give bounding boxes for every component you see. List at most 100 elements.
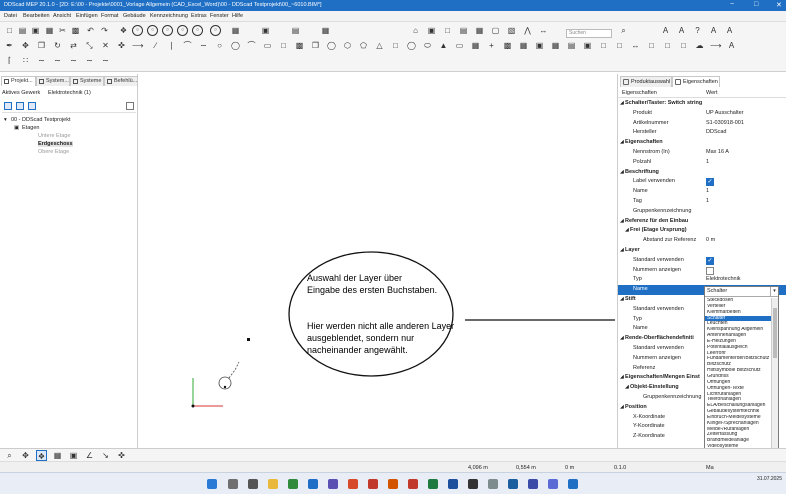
tree-level-ground[interactable]: Erdgeschoss <box>38 141 73 147</box>
checkbox[interactable]: ✓ <box>706 178 714 187</box>
menu-extras[interactable]: Extras <box>191 13 207 19</box>
close-button[interactable]: ✕ <box>776 1 782 9</box>
layer-icon[interactable]: ▣ <box>260 25 271 36</box>
taskbar-word-icon[interactable] <box>448 479 458 489</box>
circle-icon[interactable]: ○ <box>214 40 225 51</box>
snap-icon-1[interactable]: ○ <box>132 25 143 36</box>
tree-filter-icon[interactable] <box>16 102 24 110</box>
hexagon-icon[interactable]: ⬡ <box>342 40 353 51</box>
property-row[interactable]: Gruppenkennzeichnung <box>618 207 786 217</box>
taskbar-app9-icon[interactable] <box>548 479 558 489</box>
taskbar-app10-icon[interactable] <box>568 479 578 489</box>
hatch-icon[interactable]: ▩ <box>502 40 513 51</box>
dropdown-scroll-thumb[interactable] <box>773 308 777 358</box>
mirror-icon[interactable]: ⇄ <box>68 40 79 51</box>
property-row[interactable]: ◢ Layer <box>618 246 786 256</box>
ellipse-icon[interactable]: ◯ <box>230 40 241 51</box>
tree-level-upper[interactable]: Obere Etage <box>38 149 69 155</box>
wall-icon[interactable]: ▤ <box>458 25 469 36</box>
tab-system[interactable]: System... <box>36 76 70 86</box>
menu-ansicht[interactable]: Ansicht <box>53 13 71 19</box>
chevron-down-icon[interactable]: ▾ <box>770 287 778 296</box>
collapse-icon[interactable]: ◢ <box>620 247 624 253</box>
font-icon[interactable]: A <box>676 25 687 36</box>
room-icon[interactable]: □ <box>442 25 453 36</box>
taskbar-teams-icon[interactable] <box>328 479 338 489</box>
property-row[interactable]: Label verwenden ✓ <box>618 177 786 187</box>
note-icon[interactable]: □ <box>678 40 689 51</box>
label-icon[interactable]: □ <box>646 40 657 51</box>
tree-expand-icon[interactable]: ▾ <box>4 117 7 123</box>
cross-icon[interactable]: + <box>486 40 497 51</box>
menu-einfuegen[interactable]: Einfügen <box>76 13 98 19</box>
collapse-icon[interactable]: ◢ <box>625 227 629 233</box>
taskbar-acrobat-icon[interactable] <box>368 479 378 489</box>
taskbar-settings-icon[interactable] <box>228 479 238 489</box>
menu-kennzeichnung[interactable]: Kennzeichnung <box>150 13 188 19</box>
maximize-button[interactable]: □ <box>754 1 758 8</box>
roof-icon[interactable]: ⋀ <box>522 25 533 36</box>
property-row[interactable]: Abstand zur Referenz 0 m <box>618 236 786 246</box>
property-row[interactable]: Nennstrom (In) Max 16 A <box>618 148 786 158</box>
arc-3pt-icon[interactable]: ⌒ <box>246 40 257 51</box>
snap-icon-4[interactable]: ○ <box>177 25 188 36</box>
minimize-button[interactable]: − <box>730 1 734 8</box>
menu-datei[interactable]: Datei <box>4 13 17 19</box>
zoom-icon[interactable]: ⌕ <box>4 450 15 461</box>
tab-befehle[interactable]: Befehlü... <box>104 76 138 86</box>
active-gewerk-select[interactable]: Elektrotechnik (1) <box>48 90 91 96</box>
property-row[interactable]: Name 1 <box>618 187 786 197</box>
lamp-icon[interactable]: ∼ <box>52 55 63 66</box>
image-icon[interactable]: ▤ <box>566 40 577 51</box>
tree-level-lower[interactable]: Untere Etage <box>38 133 70 139</box>
triangle-icon[interactable]: △ <box>374 40 385 51</box>
property-row[interactable]: Artikelnummer S1-030918-001 <box>618 119 786 129</box>
snap-icon-3[interactable]: ○ <box>162 25 173 36</box>
collapse-icon[interactable]: ◢ <box>620 139 624 145</box>
tree-options-icon[interactable] <box>28 102 36 110</box>
stairs-icon[interactable]: ▧ <box>506 25 517 36</box>
oval-icon[interactable]: ⬭ <box>422 40 433 51</box>
collapse-icon[interactable]: ◢ <box>620 169 624 175</box>
help-icon[interactable]: ? <box>692 25 703 36</box>
taskbar-app2-icon[interactable] <box>288 479 298 489</box>
property-value[interactable]: S1-030918-001 <box>706 120 744 126</box>
dropdown-scrollbar[interactable] <box>771 298 778 449</box>
property-row[interactable]: ◢ Frei (Etage Ursprung) <box>618 226 786 236</box>
rect-2-icon[interactable]: ▭ <box>454 40 465 51</box>
ungroup-icon[interactable]: □ <box>614 40 625 51</box>
drawing-canvas[interactable]: Auswahl der Layer über Eingabe des erste… <box>139 74 741 448</box>
new-file-icon[interactable]: □ <box>4 25 15 36</box>
checkbox[interactable]: ✓ <box>706 256 714 265</box>
cloud-icon[interactable]: ☁ <box>694 40 705 51</box>
property-row[interactable]: ◢ Schalter/Taster: Switch string <box>618 99 786 109</box>
building-icon[interactable]: ⌂ <box>410 25 421 36</box>
layer-dropdown-value[interactable]: Schalter <box>705 287 778 297</box>
property-row[interactable]: Standard verwenden ✓ <box>618 256 786 266</box>
clock[interactable]: 31.07.2025 <box>757 476 782 483</box>
taskbar-app3-icon[interactable] <box>348 479 358 489</box>
paste-icon[interactable]: ▩ <box>70 25 81 36</box>
undo-icon[interactable]: ↶ <box>85 25 96 36</box>
cut-icon[interactable]: ✂ <box>57 25 68 36</box>
polyline-icon[interactable]: ∣ <box>166 40 177 51</box>
cable-icon[interactable]: ∼ <box>100 55 111 66</box>
properties-icon[interactable]: ▤ <box>290 25 301 36</box>
snap-icon-5[interactable]: ○ <box>192 25 203 36</box>
square-icon[interactable]: □ <box>390 40 401 51</box>
block-icon[interactable]: ▣ <box>582 40 593 51</box>
property-row[interactable]: Tag 1 <box>618 197 786 207</box>
ortho-icon[interactable]: ▣ <box>68 450 79 461</box>
property-value[interactable]: 0 m <box>706 237 715 243</box>
delete-icon[interactable]: ✕ <box>100 40 111 51</box>
solid-icon[interactable]: ▩ <box>294 40 305 51</box>
tag-icon[interactable]: □ <box>662 40 673 51</box>
table-icon[interactable]: ▦ <box>470 40 481 51</box>
grid-2-icon[interactable]: ▦ <box>550 40 561 51</box>
trim-icon[interactable]: ✜ <box>116 40 127 51</box>
scale-icon[interactable]: ⤡ <box>84 40 95 51</box>
tab-projekt[interactable]: Projekt... <box>1 76 36 86</box>
box-icon[interactable]: □ <box>278 40 289 51</box>
collapse-icon[interactable]: ◢ <box>620 374 624 380</box>
text-size-icon[interactable]: A <box>724 25 735 36</box>
